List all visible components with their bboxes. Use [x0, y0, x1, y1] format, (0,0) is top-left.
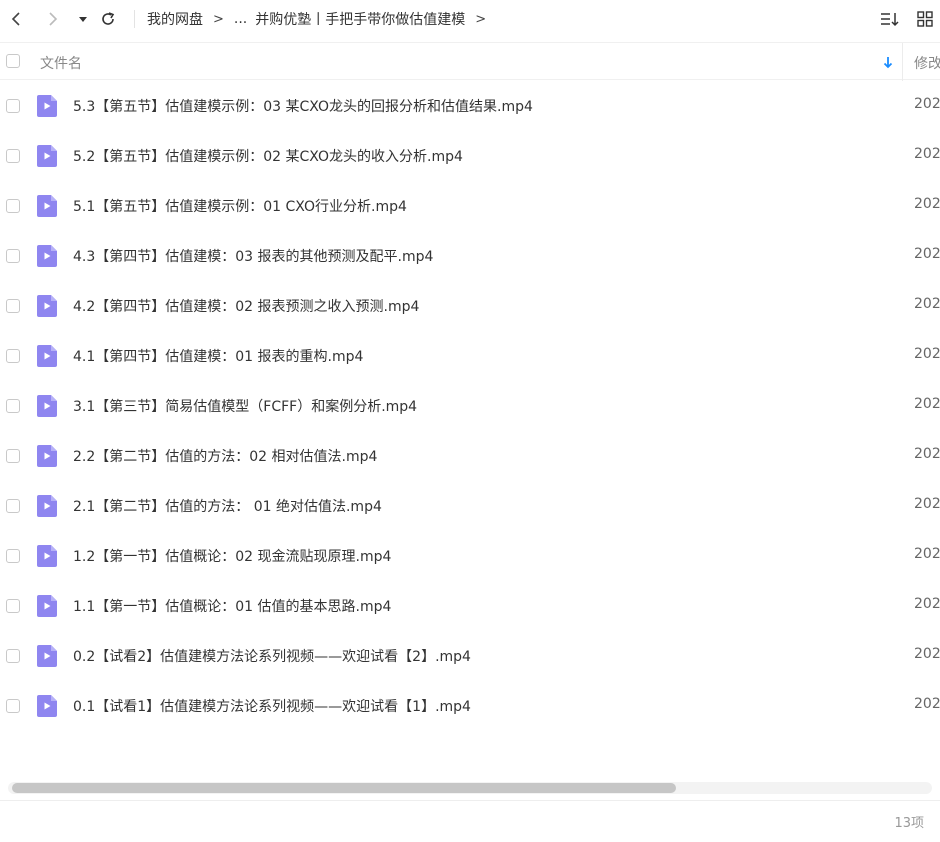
row-checkbox[interactable] [6, 149, 20, 163]
horizontal-scrollbar[interactable] [0, 779, 940, 797]
row-checkbox[interactable] [6, 649, 20, 663]
table-row[interactable]: 3.1【第三节】简易估值模型（FCFF）和案例分析.mp4 202 [0, 381, 940, 431]
breadcrumb-item-current[interactable]: 并购优塾丨手把手带你做估值建模 [255, 9, 465, 29]
table-row[interactable]: 0.2【试看2】估值建模方法论系列视频——欢迎试看【2】.mp4 202 [0, 631, 940, 681]
row-checkbox[interactable] [6, 699, 20, 713]
file-modified-date: 202 [914, 146, 940, 162]
table-row[interactable]: 5.2【第五节】估值建模示例：02 某CXO龙头的收入分析.mp4 202 [0, 131, 940, 181]
file-modified-date: 202 [914, 396, 940, 412]
row-checkbox[interactable] [6, 599, 20, 613]
file-modified-date: 202 [914, 496, 940, 512]
column-divider[interactable] [902, 43, 903, 81]
breadcrumb-separator-icon[interactable]: > [475, 12, 486, 27]
row-checkbox[interactable] [6, 449, 20, 463]
file-name[interactable]: 4.3【第四节】估值建模：03 报表的其他预测及配平.mp4 [73, 246, 433, 266]
video-file-icon [37, 445, 57, 467]
file-name[interactable]: 5.3【第五节】估值建模示例：03 某CXO龙头的回报分析和估值结果.mp4 [73, 96, 533, 116]
file-modified-date: 202 [914, 346, 940, 362]
table-row[interactable]: 2.1【第二节】估值的方法： 01 绝对估值法.mp4 202 [0, 481, 940, 531]
video-file-icon [37, 395, 57, 417]
refresh-icon[interactable] [97, 8, 119, 30]
column-header-name[interactable]: 文件名 [40, 53, 82, 73]
table-row[interactable]: 5.1【第五节】估值建模示例：01 CXO行业分析.mp4 202 [0, 181, 940, 231]
file-name[interactable]: 1.1【第一节】估值概论：01 估值的基本思路.mp4 [73, 596, 391, 616]
file-name[interactable]: 2.1【第二节】估值的方法： 01 绝对估值法.mp4 [73, 496, 382, 516]
video-file-icon [37, 195, 57, 217]
sort-list-icon[interactable] [879, 8, 901, 30]
video-file-icon [37, 245, 57, 267]
table-row[interactable]: 4.1【第四节】估值建模：01 报表的重构.mp4 202 [0, 331, 940, 381]
file-name[interactable]: 1.2【第一节】估值概论：02 现金流贴现原理.mp4 [73, 546, 391, 566]
table-row[interactable]: 2.2【第二节】估值的方法：02 相对估值法.mp4 202 [0, 431, 940, 481]
breadcrumb-item-root[interactable]: 我的网盘 [147, 9, 203, 29]
file-modified-date: 202 [914, 696, 940, 712]
row-checkbox[interactable] [6, 399, 20, 413]
file-name[interactable]: 4.2【第四节】估值建模：02 报表预测之收入预测.mp4 [73, 296, 419, 316]
row-checkbox[interactable] [6, 349, 20, 363]
video-file-icon [37, 345, 57, 367]
toolbar-divider [134, 10, 135, 28]
scrollbar-thumb[interactable] [12, 783, 676, 793]
video-file-icon [37, 595, 57, 617]
video-file-icon [37, 495, 57, 517]
video-file-icon [37, 645, 57, 667]
select-all-checkbox[interactable] [6, 54, 20, 68]
video-file-icon [37, 695, 57, 717]
row-checkbox[interactable] [6, 299, 20, 313]
file-name[interactable]: 4.1【第四节】估值建模：01 报表的重构.mp4 [73, 346, 363, 366]
video-file-icon [37, 545, 57, 567]
file-name[interactable]: 0.1【试看1】估值建模方法论系列视频——欢迎试看【1】.mp4 [73, 696, 471, 716]
file-modified-date: 202 [914, 646, 940, 662]
file-name[interactable]: 5.2【第五节】估值建模示例：02 某CXO龙头的收入分析.mp4 [73, 146, 463, 166]
file-modified-date: 202 [914, 596, 940, 612]
table-row[interactable]: 0.1【试看1】估值建模方法论系列视频——欢迎试看【1】.mp4 202 [0, 681, 940, 731]
table-header: 文件名 修改 [0, 42, 940, 81]
video-file-icon [37, 145, 57, 167]
file-name[interactable]: 2.2【第二节】估值的方法：02 相对估值法.mp4 [73, 446, 377, 466]
file-modified-date: 202 [914, 246, 940, 262]
breadcrumb-item-collapsed[interactable]: ... [234, 11, 247, 27]
file-name[interactable]: 0.2【试看2】估值建模方法论系列视频——欢迎试看【2】.mp4 [73, 646, 471, 666]
table-row[interactable]: 4.2【第四节】估值建模：02 报表预测之收入预测.mp4 202 [0, 281, 940, 331]
status-bar: 13项 [0, 800, 940, 842]
breadcrumb-separator-icon: > [213, 11, 224, 27]
row-checkbox[interactable] [6, 99, 20, 113]
table-row[interactable]: 4.3【第四节】估值建模：03 报表的其他预测及配平.mp4 202 [0, 231, 940, 281]
file-modified-date: 202 [914, 196, 940, 212]
forward-icon[interactable] [42, 8, 64, 30]
table-row[interactable]: 1.2【第一节】估值概论：02 现金流贴现原理.mp4 202 [0, 531, 940, 581]
file-modified-date: 202 [914, 446, 940, 462]
file-modified-date: 202 [914, 96, 940, 112]
item-count: 13项 [894, 816, 924, 831]
grid-view-icon[interactable] [914, 8, 936, 30]
history-dropdown-icon[interactable] [72, 8, 94, 30]
file-modified-date: 202 [914, 546, 940, 562]
file-modified-date: 202 [914, 296, 940, 312]
file-name[interactable]: 3.1【第三节】简易估值模型（FCFF）和案例分析.mp4 [73, 396, 417, 416]
breadcrumb: 我的网盘 > ... 并购优塾丨手把手带你做估值建模 > [147, 8, 496, 30]
column-header-modified[interactable]: 修改 [914, 53, 940, 73]
toolbar: 我的网盘 > ... 并购优塾丨手把手带你做估值建模 > [0, 0, 940, 40]
video-file-icon [37, 95, 57, 117]
row-checkbox[interactable] [6, 549, 20, 563]
row-checkbox[interactable] [6, 499, 20, 513]
file-name[interactable]: 5.1【第五节】估值建模示例：01 CXO行业分析.mp4 [73, 196, 407, 216]
row-checkbox[interactable] [6, 249, 20, 263]
row-checkbox[interactable] [6, 199, 20, 213]
table-row[interactable]: 5.3【第五节】估值建模示例：03 某CXO龙头的回报分析和估值结果.mp4 20… [0, 81, 940, 131]
video-file-icon [37, 295, 57, 317]
table-row[interactable]: 1.1【第一节】估值概论：01 估值的基本思路.mp4 202 [0, 581, 940, 631]
back-icon[interactable] [5, 8, 27, 30]
sort-arrow-down-icon[interactable] [881, 54, 895, 70]
